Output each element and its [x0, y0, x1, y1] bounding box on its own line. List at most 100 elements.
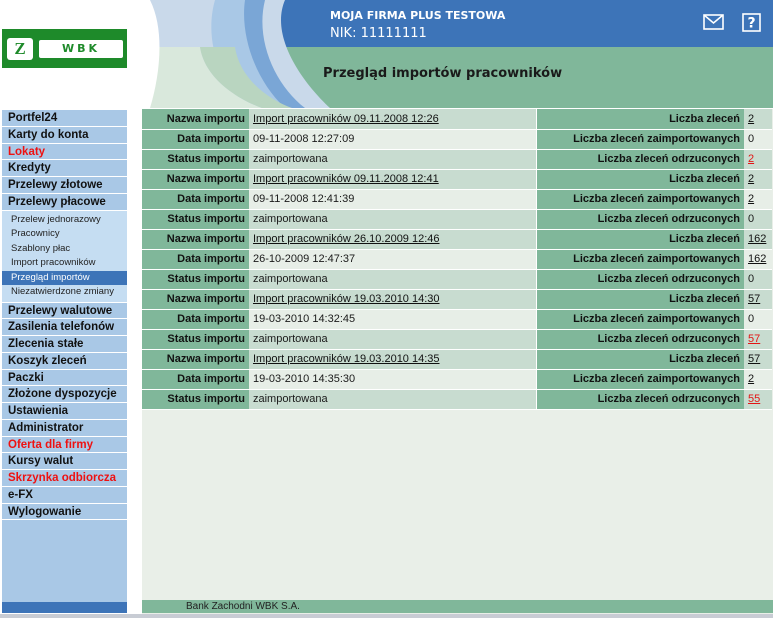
import-status-label: Status importu — [142, 269, 249, 290]
imported-count-link[interactable]: 2 — [748, 373, 754, 385]
rejected-count-link[interactable]: 57 — [748, 333, 760, 345]
sidebar-item-zlecenia-stale[interactable]: Zlecenia stałe — [2, 336, 127, 353]
rejected-count-link[interactable]: 2 — [748, 153, 754, 165]
rejected-count-label: Liczba zleceń odrzuconych — [537, 389, 744, 410]
import-status-value: zaimportowana — [249, 209, 536, 230]
sidebar-item-e-fx[interactable]: e-FX — [2, 486, 127, 504]
orders-count-link[interactable]: 57 — [748, 293, 760, 305]
import-row-date: Data importu 09-11-2008 12:41:39 Liczba … — [142, 189, 772, 210]
sidebar-item-paczki[interactable]: Paczki — [2, 369, 127, 387]
import-row-status: Status importu zaimportowana Liczba zlec… — [142, 209, 772, 230]
orders-count-link[interactable]: 162 — [748, 233, 766, 245]
import-status-label: Status importu — [142, 389, 249, 410]
import-row-status: Status importu zaimportowana Liczba zlec… — [142, 149, 772, 170]
main-content: Nazwa importu Import pracowników 09.11.2… — [142, 109, 773, 618]
import-name-link[interactable]: Import pracowników 09.11.2008 12:26 — [253, 113, 439, 125]
submenu-item-przeglad-importow[interactable]: Przegląd importów — [2, 270, 127, 285]
sidebar-item-koszyk-zlecen[interactable]: Koszyk zleceń — [2, 352, 127, 370]
question-mark-icon[interactable]: ? — [742, 13, 761, 32]
footer-bar: Bank Zachodni WBK S.A. — [142, 600, 773, 613]
submenu-item-szablony-plac[interactable]: Szablony płac — [2, 242, 127, 257]
import-status-value: zaimportowana — [249, 329, 536, 350]
submenu-item-pracownicy[interactable]: Pracownicy — [2, 227, 127, 242]
imported-count-link[interactable]: 162 — [748, 253, 766, 265]
orders-count-link[interactable]: 2 — [748, 173, 754, 185]
import-row-name: Nazwa importu Import pracowników 19.03.2… — [142, 349, 772, 370]
orders-count-label: Liczba zleceń — [537, 289, 744, 310]
footer-bank-name: Bank Zachodni WBK S.A. — [186, 601, 300, 612]
import-status-label: Status importu — [142, 329, 249, 350]
rejected-count-label: Liczba zleceń odrzuconych — [537, 209, 744, 230]
import-date-label: Data importu — [142, 249, 249, 270]
submenu-item-import-pracownikow[interactable]: Import pracowników — [2, 256, 127, 271]
sidebar-item-karty-do-konta[interactable]: Karty do konta — [2, 126, 127, 144]
wbk-logo[interactable]: Z WBK — [2, 29, 127, 68]
import-status-label: Status importu — [142, 149, 249, 170]
import-status-value: zaimportowana — [249, 149, 536, 170]
sidebar-item-kredyty[interactable]: Kredyty — [2, 160, 127, 177]
imported-count-label: Liczba zleceń zaimportowanych — [537, 129, 744, 150]
sidebar-item-lokaty[interactable]: Lokaty — [2, 143, 127, 161]
imported-count-label: Liczba zleceń zaimportowanych — [537, 369, 744, 390]
envelope-icon[interactable] — [703, 14, 724, 30]
import-row-status: Status importu zaimportowana Liczba zlec… — [142, 389, 772, 410]
sidebar-item-przelewy-walutowe[interactable]: Przelewy walutowe — [2, 302, 127, 320]
import-row-status: Status importu zaimportowana Liczba zlec… — [142, 269, 772, 290]
page-title: Przegląd importów pracowników — [323, 66, 563, 81]
header: Z WBK MOJA FIRMA PLUS TESTOWA NIK: 11111… — [0, 0, 773, 108]
import-date-value: 09-11-2008 12:41:39 — [249, 189, 536, 210]
svg-text:?: ? — [747, 16, 755, 32]
import-date-value: 09-11-2008 12:27:09 — [249, 129, 536, 150]
imported-count-label: Liczba zleceń zaimportowanych — [537, 249, 744, 270]
import-name-link[interactable]: Import pracowników 19.03.2010 14:30 — [253, 293, 440, 305]
sidebar-item-skrzynka-odbiorcza[interactable]: Skrzynka odbiorcza — [2, 470, 127, 487]
sidebar-item-ustawienia[interactable]: Ustawienia — [2, 403, 127, 420]
orders-count-link[interactable]: 57 — [748, 353, 760, 365]
import-row-name: Nazwa importu Import pracowników 09.11.2… — [142, 169, 772, 190]
import-row-date: Data importu 09-11-2008 12:27:09 Liczba … — [142, 129, 772, 150]
sidebar-item-przelewy-placowe[interactable]: Przelewy płacowe — [2, 193, 127, 211]
import-name-label: Nazwa importu — [142, 229, 249, 250]
sidebar-item-zasilenia-telefonow[interactable]: Zasilenia telefonów — [2, 319, 127, 336]
import-row-date: Data importu 19-03-2010 14:35:30 Liczba … — [142, 369, 772, 390]
import-date-label: Data importu — [142, 309, 249, 330]
orders-count-label: Liczba zleceń — [537, 229, 744, 250]
import-row-date: Data importu 26-10-2009 12:47:37 Liczba … — [142, 249, 772, 270]
rejected-count-value: 0 — [744, 269, 772, 290]
orders-count-label: Liczba zleceń — [537, 349, 744, 370]
imported-count-label: Liczba zleceń zaimportowanych — [537, 309, 744, 330]
import-name-link[interactable]: Import pracowników 09.11.2008 12:41 — [253, 173, 439, 185]
rejected-count-label: Liczba zleceń odrzuconych — [537, 269, 744, 290]
imported-count-link[interactable]: 2 — [748, 193, 754, 205]
import-name-label: Nazwa importu — [142, 109, 249, 130]
imports-table: Nazwa importu Import pracowników 09.11.2… — [142, 109, 772, 410]
sidebar-item-przelewy-zlotowe[interactable]: Przelewy złotowe — [2, 177, 127, 194]
orders-count-link[interactable]: 2 — [748, 113, 754, 125]
rejected-count-label: Liczba zleceń odrzuconych — [537, 149, 744, 170]
import-date-value: 19-03-2010 14:32:45 — [249, 309, 536, 330]
sidebar-item-wylogowanie[interactable]: Wylogowanie — [2, 503, 127, 521]
logo-mark-icon: Z — [7, 38, 33, 60]
import-row-status: Status importu zaimportowana Liczba zlec… — [142, 329, 772, 350]
sidebar-nav: Portfel24 Karty do konta Lokaty Kredyty … — [2, 110, 127, 613]
rejected-count-link[interactable]: 55 — [748, 393, 760, 405]
sidebar-item-portfel24[interactable]: Portfel24 — [2, 110, 127, 127]
import-date-value: 19-03-2010 14:35:30 — [249, 369, 536, 390]
import-name-link[interactable]: Import pracowników 19.03.2010 14:35 — [253, 353, 440, 365]
import-date-label: Data importu — [142, 129, 249, 150]
sidebar-item-zlozone-dyspozycje[interactable]: Złożone dyspozycje — [2, 386, 127, 403]
imported-count-label: Liczba zleceń zaimportowanych — [537, 189, 744, 210]
import-name-link[interactable]: Import pracowników 26.10.2009 12:46 — [253, 233, 440, 245]
submenu-item-niezatwierdzone-zmiany[interactable]: Niezatwierdzone zmiany — [2, 285, 127, 300]
import-status-label: Status importu — [142, 209, 249, 230]
rejected-count-label: Liczba zleceń odrzuconych — [537, 329, 744, 350]
import-name-label: Nazwa importu — [142, 169, 249, 190]
sidebar-item-oferta-dla-firmy[interactable]: Oferta dla firmy — [2, 436, 127, 454]
import-date-value: 26-10-2009 12:47:37 — [249, 249, 536, 270]
submenu-item-przelew-jednorazowy[interactable]: Przelew jednorazowy — [2, 213, 127, 228]
sidebar-submenu-przelewy-placowe: Przelew jednorazowy Pracownicy Szablony … — [2, 210, 127, 303]
sidebar-item-administrator[interactable]: Administrator — [2, 419, 127, 437]
sidebar-item-kursy-walut[interactable]: Kursy walut — [2, 453, 127, 470]
imported-count-value: 0 — [744, 129, 772, 150]
imported-count-value: 0 — [744, 309, 772, 330]
